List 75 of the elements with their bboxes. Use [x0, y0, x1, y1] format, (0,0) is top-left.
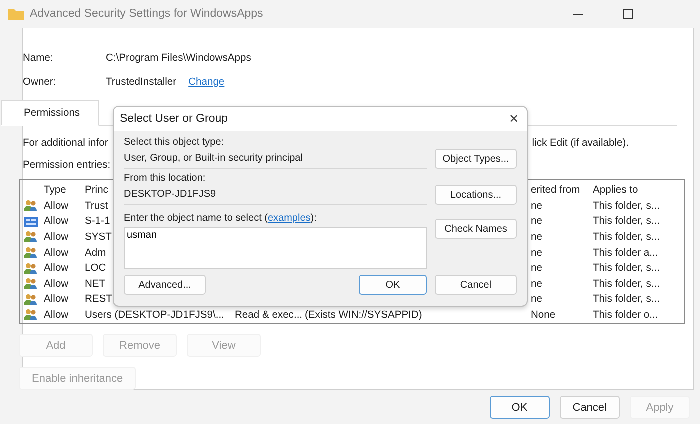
table-cell: ne — [531, 216, 542, 228]
users-icon — [24, 278, 38, 290]
locations-button[interactable]: Locations... — [435, 185, 517, 205]
column-header: erited from — [531, 185, 580, 196]
table-cell: This folder, s... — [593, 232, 660, 243]
table-cell: Trust — [85, 200, 108, 212]
table-cell: This folder, s... — [593, 216, 660, 228]
table-cell: Allow — [44, 248, 69, 259]
table-cell: This folder a... — [593, 248, 658, 259]
users-icon — [24, 231, 38, 244]
ok-button[interactable]: OK — [359, 275, 427, 295]
table-cell: Allow — [44, 216, 69, 228]
table-cell: This folder, s... — [593, 294, 660, 306]
users-icon — [24, 294, 38, 306]
window-title: Advanced Security Settings for WindowsApps — [30, 8, 264, 20]
table-cell: Users (DESKTOP-JD1FJS9\... — [85, 310, 224, 321]
close-icon[interactable]: ✕ — [509, 112, 519, 126]
info-text-end: lick Edit (if available). — [532, 138, 629, 149]
object-name-label: Enter the object name to select (examples): — [124, 213, 318, 224]
object-type-label: Select this object type: — [124, 137, 226, 148]
object-name-field[interactable]: usman — [124, 227, 427, 269]
examples-link[interactable]: examples — [268, 213, 311, 224]
table-cell: Allow — [44, 200, 69, 212]
object-type-value: User, Group, or Built-in security principal — [124, 151, 427, 169]
table-cell: LOC — [85, 263, 106, 274]
table-cell: NET — [85, 278, 106, 290]
table-cell: ne — [531, 263, 542, 274]
table-cell: ne — [531, 294, 542, 306]
tab[interactable]: Permissions — [1, 100, 100, 126]
table-cell: Read & exec... — [235, 310, 303, 321]
table-cell: None — [531, 310, 556, 321]
owner-label: Owner: — [23, 76, 58, 88]
advanced-button[interactable]: Advanced... — [124, 275, 206, 295]
column-header: Princ — [85, 185, 108, 196]
account-icon — [24, 216, 38, 228]
dialog-button[interactable]: OK — [490, 396, 550, 419]
cancel-button[interactable]: Cancel — [435, 275, 517, 295]
maximize-icon[interactable] — [623, 9, 633, 19]
permission-entries-label: Permission entries: — [23, 160, 111, 171]
users-icon — [24, 200, 38, 212]
column-header: Applies to — [593, 185, 638, 196]
table-cell: Allow — [44, 294, 69, 306]
table-cell: Allow — [44, 263, 69, 274]
table-cell: This folder, s... — [593, 200, 660, 212]
table-cell: Adm — [85, 248, 106, 259]
table-cell: ne — [531, 248, 542, 259]
table-cell: SYST — [85, 232, 112, 243]
table-cell: ne — [531, 200, 542, 212]
info-text: For additional infor — [23, 138, 108, 149]
table-cell: Allow — [44, 310, 69, 321]
folder-icon — [8, 8, 24, 20]
table-cell: This folder, s... — [593, 263, 660, 274]
users-icon — [24, 309, 38, 322]
location-label: From this location: — [124, 173, 207, 184]
location-value: DESKTOP-JD1FJS9 — [124, 187, 427, 205]
table-cell: This folder o... — [593, 310, 658, 321]
table-cell: ne — [531, 278, 542, 290]
table-cell: S-1-1 — [85, 216, 110, 228]
table-cell: This folder, s... — [593, 278, 660, 290]
change-link[interactable]: Change — [188, 76, 225, 88]
users-icon — [24, 247, 38, 260]
table-cell: (Exists WIN://SYSAPPID) — [305, 310, 422, 321]
table-cell: Allow — [44, 278, 69, 290]
owner-value: TrustedInstaller — [106, 76, 177, 88]
dialog-title: Select User or Group — [120, 113, 228, 125]
column-header: Type — [44, 185, 66, 196]
check-names-button[interactable]: Check Names — [435, 219, 517, 239]
name-value: C:\Program Files\WindowsApps — [106, 52, 252, 64]
object-types-button[interactable]: Object Types... — [435, 149, 517, 169]
dialog-button[interactable]: Cancel — [560, 396, 620, 419]
name-label: Name: — [23, 52, 54, 64]
table-cell: ne — [531, 232, 542, 243]
users-icon — [24, 262, 38, 275]
table-cell: REST — [85, 294, 112, 306]
table-cell: Allow — [44, 232, 69, 243]
